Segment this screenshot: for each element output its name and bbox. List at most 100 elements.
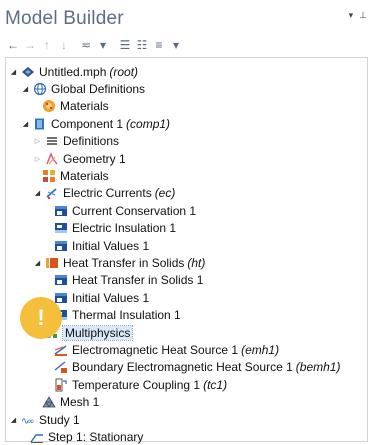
tree-node-boundary-electromagnetic-heat-source-1[interactable]: Boundary Electromagnetic Heat Source 1 (b… [54,359,340,376]
expand-all-icon[interactable]: ☷ [134,37,150,53]
temperature-coupling-icon [54,378,68,392]
tree-node-electric-insulation-1[interactable]: Electric Insulation 1 [54,220,176,237]
tree-node-definitions[interactable]: ▷ Definitions [33,133,119,150]
tree-node-electric-currents[interactable]: ◢ Electric Currents (ec) [33,185,176,202]
tree-node-label: Multiphysics [61,324,134,341]
toolbar: ← → ↑ ↓ ≂ ▾ ☰ ☷ ≡ ▾ [5,36,184,54]
tree-node-text: Mesh 1 [60,395,100,410]
collapse-arrow-icon[interactable]: ◢ [9,411,18,428]
tree-node-text: Temperature Coupling 1 [72,377,201,392]
tree-node-text: Initial Values 1 [72,238,150,253]
tree-node-label: Materials [60,99,109,113]
tree-node-current-conservation-1[interactable]: Current Conservation 1 [54,202,196,219]
tree-node-text: Definitions [63,134,120,149]
geometry-icon [45,151,59,166]
list-view-icon[interactable]: ≡ [151,37,167,53]
em-heat-source-icon [54,343,68,357]
tree-node-text: Thermal Insulation 1 [72,308,181,323]
tree-node-electromagnetic-heat-source-1[interactable]: Electromagnetic Heat Source 1 (emh1) [54,341,279,358]
tree-node-step-1-stationary[interactable]: Step 1: Stationary [30,428,143,445]
expand-arrow-icon[interactable]: ▷ [33,133,42,150]
view-menu-icon[interactable]: ▾ [349,10,354,21]
tree-node-text: Boundary Electromagnetic Heat Source 1 [72,360,293,375]
dropdown-icon[interactable]: ▾ [95,37,111,53]
tree-node-study-1[interactable]: ◢ ∿ ∞ Study 1 [9,411,80,428]
tree-node-text: Heat Transfer in Solids [63,255,185,270]
tree-node-label: Step 1: Stationary [48,430,143,444]
tree-node-label: Geometry 1 [63,152,126,166]
tree-node-text: Electric Insulation 1 [72,221,177,236]
tree-node-label: Definitions [63,134,119,148]
tree-node-label: Component 1 (comp1) [51,117,170,131]
tree-node-text: Step 1: Stationary [48,429,144,444]
show-more-icon[interactable]: ≂ [78,37,94,53]
electric-currents-icon [45,186,59,200]
tree-node-text: Materials [60,168,109,183]
tree-node-label: Initial Values 1 [72,291,149,305]
heat-transfer-icon [45,256,59,270]
tree-node-materials[interactable]: Materials [42,98,109,115]
tree-node-label: Study 1 [39,413,80,427]
tree-node-tag: (bemh1) [295,360,341,375]
stationary-step-icon [30,430,44,444]
collapse-arrow-icon[interactable]: ◢ [33,254,42,271]
model-builder-window: Model Builder ▾ ⊥ ← → ↑ ↓ ≂ ▾ ☰ ☷ ≡ ▾ ◢ Untitled.m… [0,0,375,445]
domain-node-icon [54,273,68,287]
tree-node-geometry-1[interactable]: ▷ Geometry 1 [33,150,126,167]
tree-node-label: Global Definitions [51,82,145,96]
tree-node-text: Untitled.mph [39,64,107,79]
mesh-icon [42,395,56,409]
tree-node-heat-transfer-in-solids-1[interactable]: Heat Transfer in Solids 1 [54,272,203,289]
tree-node-label: Initial Values 1 [72,239,149,253]
tree-node-tag: (emh1) [241,342,280,357]
tree-node-label: Temperature Coupling 1 (tc1) [72,378,227,392]
tree-node-text: Multiphysics [65,325,131,340]
move-up-icon[interactable]: ↑ [39,37,55,53]
tree-node-tag: (ht) [187,255,206,270]
tree-node-label: Electromagnetic Heat Source 1 (emh1) [72,343,279,357]
window-controls: ▾ ⊥ [349,10,367,21]
tree-node-mesh-1[interactable]: Mesh 1 [42,394,99,411]
tree-node-initial-values-1[interactable]: Initial Values 1 [54,237,149,254]
tree-node-untitled-mph[interactable]: ◢ Untitled.mph (root) [9,63,138,80]
boundary-node-icon [54,221,68,235]
tree-node-materials[interactable]: Materials [42,167,109,184]
root-icon [21,65,35,79]
panel-title: Model Builder [5,8,124,29]
list-view-dropdown-icon[interactable]: ▾ [168,37,184,53]
globe-icon [33,82,47,96]
materials-icon [42,99,56,113]
tree-node-tag: (root) [109,64,139,79]
collapse-arrow-icon[interactable]: ◢ [9,63,18,80]
tree-node-initial-values-1[interactable]: Initial Values 1 [54,289,149,306]
expand-arrow-icon[interactable]: ▷ [33,150,42,167]
svg-text:∞: ∞ [27,417,35,427]
move-down-icon[interactable]: ↓ [56,37,72,53]
tree-node-tag: (tc1) [203,377,228,392]
tree-node-label: Thermal Insulation 1 [72,308,181,322]
tree-node-label: Electric Insulation 1 [72,221,176,235]
tree-node-temperature-coupling-1[interactable]: Temperature Coupling 1 (tc1) [54,376,227,393]
tree-node-text: Electric Currents [63,186,152,201]
tree-node-thermal-insulation-1[interactable]: Thermal Insulation 1 [54,307,181,324]
collapse-arrow-icon[interactable]: ◢ [21,80,30,97]
collapse-all-icon[interactable]: ☰ [117,37,133,53]
definitions-icon [45,134,59,148]
tree-node-label: Untitled.mph (root) [39,65,138,79]
tree-node-text: Study 1 [39,412,80,427]
tree-node-text: Materials [60,99,109,114]
tree-node-label: Current Conservation 1 [72,204,196,218]
warning-badge: ! [20,297,62,339]
tree-node-text: Initial Values 1 [72,290,150,305]
collapse-arrow-icon[interactable]: ◢ [21,115,30,132]
back-arrow-icon[interactable]: ← [5,37,21,53]
tree-node-label: Heat Transfer in Solids 1 [72,273,203,287]
forward-arrow-icon[interactable]: → [22,37,38,53]
pin-icon[interactable]: ⊥ [359,10,367,21]
tree-node-component-1[interactable]: ◢ Component 1 (comp1) [21,115,170,132]
tree-node-text: Current Conservation 1 [72,203,197,218]
tree-node-label: Materials [60,169,109,183]
tree-node-heat-transfer-in-solids[interactable]: ◢ Heat Transfer in Solids (ht) [33,254,206,271]
collapse-arrow-icon[interactable]: ◢ [33,185,42,202]
tree-node-global-definitions[interactable]: ◢ Global Definitions [21,80,145,97]
